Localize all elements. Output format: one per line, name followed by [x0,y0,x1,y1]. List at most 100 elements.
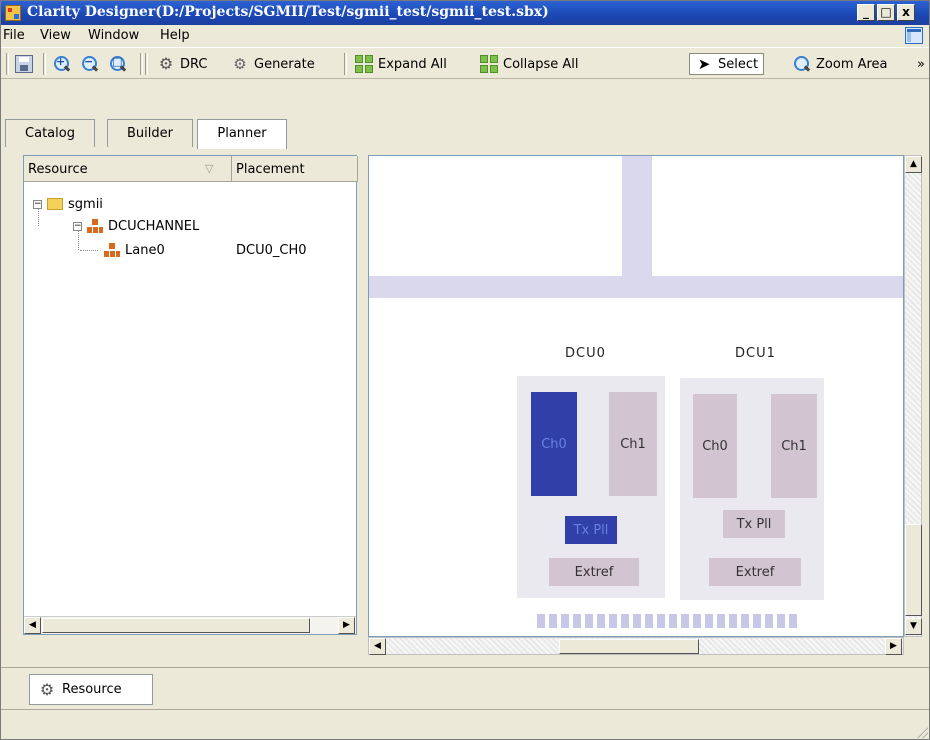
collapse-all-button[interactable]: Collapse All [480,53,579,75]
scroll-thumb[interactable] [559,639,699,654]
status-bar [1,709,929,739]
dcu1-ch0[interactable]: Ch0 [693,394,737,498]
collapse-toggle[interactable]: − [73,221,82,231]
toolbar-separator [140,53,143,75]
generate-button[interactable]: ⚙ Generate [231,53,315,75]
zoom-area-button[interactable]: Zoom Area [793,53,888,75]
canvas-horizontal-scrollbar[interactable]: ◀ ▶ [368,637,904,655]
dcu1-block[interactable]: Ch0 Ch1 Tx Pll Extref [680,378,824,600]
tree-item-sgmii[interactable]: − sgmii [33,194,103,214]
tab-builder[interactable]: Builder [107,119,193,147]
zoom-fit-button[interactable]: □ [109,53,127,75]
select-label: Select [718,56,759,72]
expand-all-icon [355,55,373,73]
layout-icon[interactable] [905,27,923,44]
tree-connector [80,250,98,251]
drc-button[interactable]: ⚙ DRC [157,53,208,75]
zoom-out-icon: − [81,55,99,73]
dcu1-extref[interactable]: Extref [709,558,801,586]
toolbar: + − □ ⚙ DRC ⚙ Generate Expand All Collapse… [1,47,929,79]
maximize-button[interactable]: □ [877,4,895,21]
scroll-left-button[interactable]: ◀ [369,638,386,655]
drc-label: DRC [180,56,208,72]
save-button[interactable] [15,53,33,75]
generate-icon: ⚙ [233,55,247,73]
tree-item-label: sgmii [68,196,103,212]
folder-icon [47,198,63,210]
canvas-vertical-scrollbar[interactable]: ▲ ▼ [904,155,922,637]
scroll-up-button[interactable]: ▲ [905,156,922,173]
zoom-in-button[interactable]: + [53,53,71,75]
gear-icon: ⚙ [158,54,174,73]
zoom-in-icon: + [53,55,71,73]
scroll-down-button[interactable]: ▼ [905,618,922,635]
application-window: Clarity Designer(D:/Projects/SGMII/Test/… [0,0,930,740]
resource-horizontal-scrollbar[interactable]: ◀ ▶ [24,616,356,634]
dcu1-ch1[interactable]: Ch1 [771,394,817,498]
zoom-area-icon [793,55,811,73]
io-pin-row [537,614,799,628]
select-button[interactable]: ➤ Select [689,53,765,75]
tree-item-dcuchannel[interactable]: − DCUCHANNEL [73,216,199,236]
scroll-right-button[interactable]: ▶ [338,617,355,634]
toolbar-grip[interactable] [145,53,148,75]
scroll-right-button[interactable]: ▶ [885,638,902,655]
dcu0-txpll[interactable]: Tx Pll [565,516,617,544]
dcu0-ch0[interactable]: Ch0 [531,392,577,496]
toolbar-separator [43,53,46,75]
expand-all-label: Expand All [378,56,447,72]
toolbar-grip[interactable] [6,53,9,75]
column-header-placement[interactable]: Placement [232,156,358,182]
scroll-thumb[interactable] [905,524,922,616]
collapse-all-icon [480,55,498,73]
placement-column-label: Placement [236,162,305,177]
sort-icon: ▽ [205,162,214,175]
arrow-cursor-icon: ➤ [697,55,711,73]
resize-grip-icon[interactable] [916,726,928,738]
resource-column-label: Resource [28,162,88,177]
tab-resource[interactable]: ⚙ Resource [29,674,153,705]
scroll-thumb[interactable] [42,618,310,633]
scroll-left-button[interactable]: ◀ [24,617,41,634]
menu-view[interactable]: View [40,28,71,43]
collapse-all-label: Collapse All [503,56,579,72]
dcu0-ch1[interactable]: Ch1 [609,392,657,496]
tab-planner[interactable]: Planner [197,119,287,149]
tree-item-lane0[interactable]: Lane0 [104,240,165,260]
zoom-area-label: Zoom Area [816,56,888,72]
menu-window[interactable]: Window [88,28,139,43]
dcu1-label: DCU1 [735,346,776,361]
network-icon [87,219,103,233]
minimize-button[interactable]: _ [857,4,875,21]
tree-item-label: DCUCHANNEL [108,218,200,234]
tab-catalog[interactable]: Catalog [5,119,95,147]
save-icon [15,55,33,73]
bottom-tab-strip: ⚙ Resource [1,667,929,707]
toolbar-overflow-button[interactable]: » [917,53,925,75]
menu-help[interactable]: Help [160,28,190,43]
tree-item-label: Lane0 [125,242,165,258]
toolbar-separator [344,53,347,75]
menu-file[interactable]: File [3,28,25,43]
app-icon [5,5,21,21]
dcu1-txpll[interactable]: Tx Pll [723,510,785,538]
gear-icon: ⚙ [39,679,55,699]
planner-canvas[interactable]: DCU0 DCU1 Ch0 Ch1 Tx Pll Extref Ch0 Ch1 … [368,155,904,637]
routing-bus-horizontal [369,276,903,298]
zoom-out-button[interactable]: − [81,53,99,75]
resource-panel: Resource ▽ Placement − sgmii − DCUCHANNE… [23,155,358,635]
placement-value: DCU0_CH0 [236,242,307,258]
window-title: Clarity Designer(D:/Projects/SGMII/Test/… [27,4,549,20]
network-icon [104,243,120,257]
zoom-fit-icon: □ [109,55,127,73]
dcu0-block[interactable]: Ch0 Ch1 Tx Pll Extref [517,376,665,598]
title-bar[interactable]: Clarity Designer(D:/Projects/SGMII/Test/… [1,1,929,25]
menu-bar: File View Window Help [1,25,929,47]
dcu0-label: DCU0 [565,346,606,361]
close-button[interactable]: x [897,4,915,21]
collapse-toggle[interactable]: − [33,199,42,209]
generate-label: Generate [254,56,315,72]
column-header-resource[interactable]: Resource ▽ [24,156,232,182]
expand-all-button[interactable]: Expand All [355,53,447,75]
dcu0-extref[interactable]: Extref [549,558,639,586]
